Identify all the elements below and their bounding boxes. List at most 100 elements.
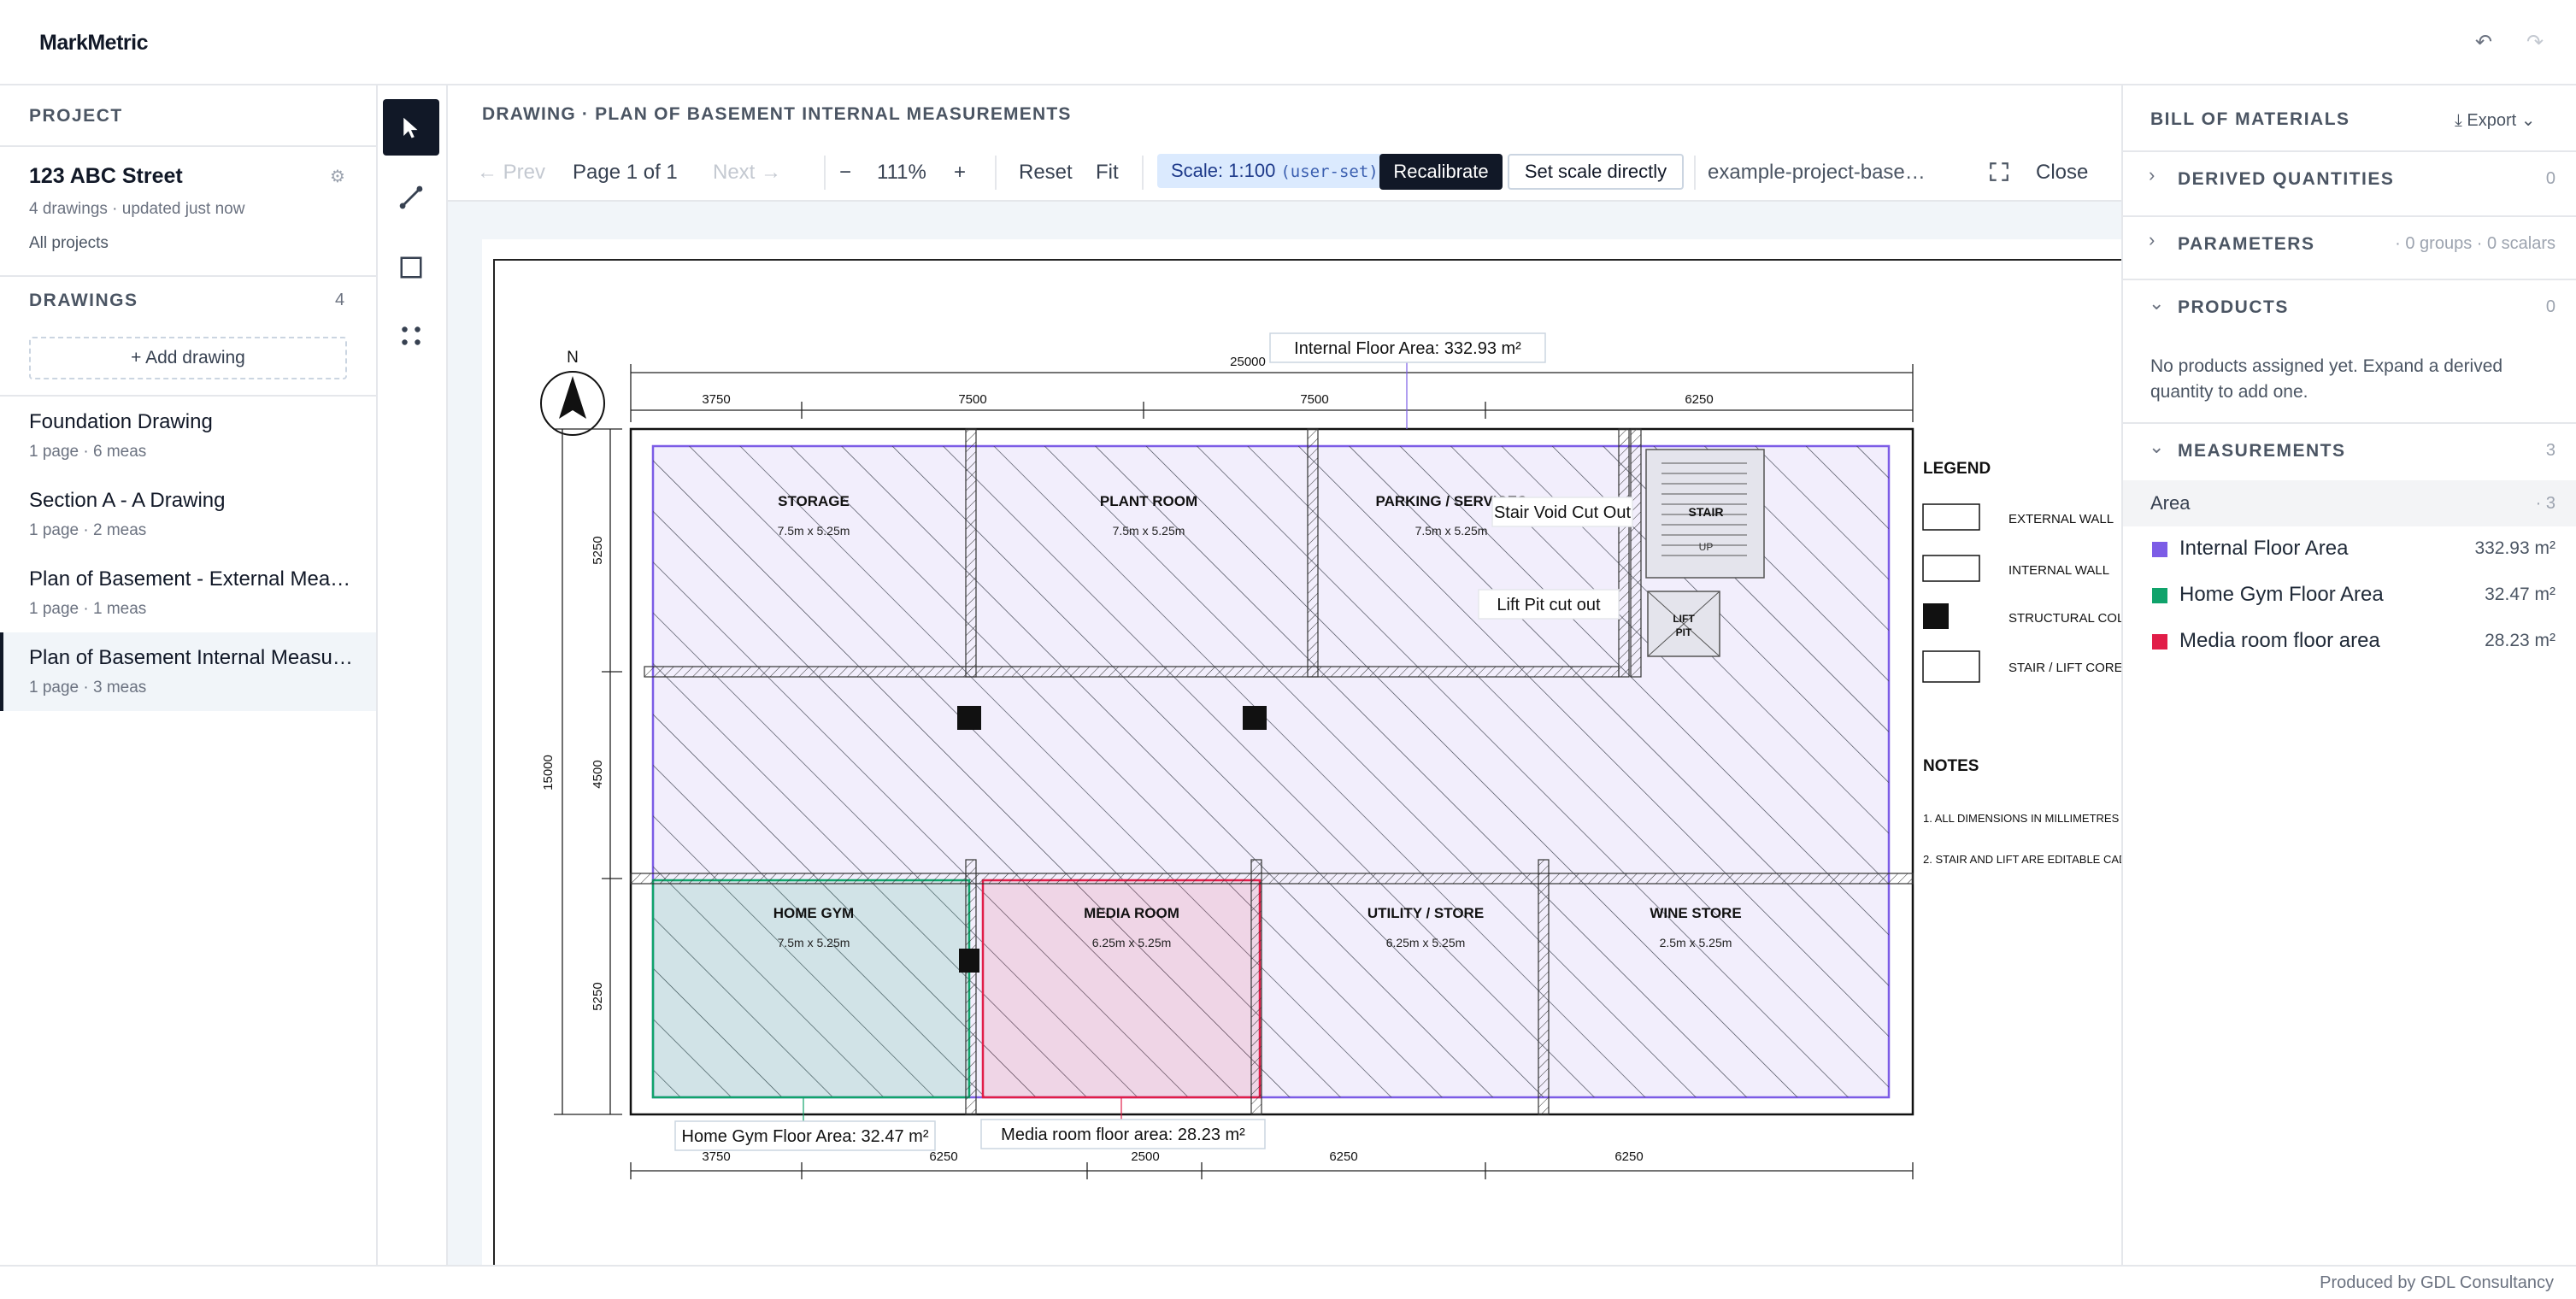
drawing-item[interactable]: Foundation Drawing 1 page · 6 meas [0, 397, 376, 475]
select-tool[interactable] [383, 99, 439, 156]
legend-swatch [1922, 503, 1980, 531]
fullscreen-icon[interactable] [1988, 161, 2010, 187]
zoom-level: 111% [877, 161, 926, 184]
room-size: 7.5m x 5.25m [1113, 524, 1185, 538]
home-gym-label: Home Gym Floor Area: 32.47 m² [682, 1127, 929, 1146]
derived-quantities-section[interactable]: › DERIVED QUANTITIES 0 [2123, 150, 2576, 205]
top-dimension-lines [630, 364, 1914, 422]
drawing-item[interactable]: Section A - A Drawing 1 page · 2 meas [0, 475, 376, 554]
dim-bottom-1: 3750 [702, 1149, 730, 1164]
file-name: example-project-basement-internal.pdf [1708, 161, 1926, 184]
close-button[interactable]: Close [2036, 161, 2088, 185]
room-name: UTILITY / STORE [1367, 905, 1484, 921]
page-indicator: Page 1 of 1 [573, 161, 678, 184]
lift-label: PIT [1676, 626, 1692, 638]
left-dimension-lines [554, 428, 622, 1115]
breadcrumb: DRAWING · PLAN OF BASEMENT INTERNAL MEAS… [482, 104, 1072, 124]
legend-item: STRUCTURAL COLUMN [2008, 611, 2121, 626]
zoom-in-button[interactable]: + [954, 161, 966, 185]
tool-rail [378, 85, 448, 1265]
lift-pit-label: Lift Pit cut out [1497, 596, 1601, 614]
legend-item: INTERNAL WALL [2008, 563, 2109, 578]
room-size: 2.5m x 5.25m [1660, 936, 1732, 949]
section-count: · 0 groups · 0 scalars [2395, 234, 2555, 253]
dim-top-total: 25000 [1230, 355, 1266, 369]
legend-swatch [1922, 650, 1980, 683]
chevron-right-icon: › [2149, 229, 2155, 250]
export-button[interactable]: ⤓ Export ⌄ [2455, 109, 2536, 131]
drawing-item[interactable]: Plan of Basement - External Measurements… [0, 554, 376, 632]
divider [1694, 156, 1696, 190]
note-item: 1. ALL DIMENSIONS IN MILLIMETRES [1923, 812, 2120, 825]
color-swatch [2152, 542, 2167, 557]
reset-button[interactable]: Reset [1019, 161, 1073, 185]
zoom-out-button[interactable]: − [839, 161, 851, 185]
scale-note: (user-set) [1280, 162, 1379, 181]
measurement-group-area: Area · 3 [2123, 480, 2576, 526]
chevron-down-icon: ⌄ [2149, 292, 2165, 314]
set-scale-button[interactable]: Set scale directly [1508, 154, 1684, 190]
dim-top-2: 7500 [958, 392, 986, 407]
line-tool[interactable] [383, 169, 439, 226]
section-count: 0 [2545, 297, 2555, 316]
points-icon [402, 326, 421, 345]
divider [995, 156, 997, 190]
next-page-button[interactable]: Next → [713, 161, 781, 185]
stair-up-label: UP [1699, 541, 1714, 553]
structural-column [957, 706, 981, 730]
all-projects-link[interactable]: All projects [29, 234, 109, 253]
divider [0, 145, 376, 147]
bom-title: BILL OF MATERIALS [2150, 109, 2350, 129]
add-drawing-button[interactable]: + Add drawing [29, 337, 347, 379]
drawing-item-active[interactable]: Plan of Basement Internal Measurements 1… [0, 632, 376, 711]
bill-of-materials-panel: BILL OF MATERIALS ⤓ Export ⌄ › DERIVED Q… [2121, 85, 2576, 1265]
legend-item: EXTERNAL WALL [2008, 512, 2114, 526]
divider [824, 156, 826, 190]
viewer-toolbar: DRAWING · PLAN OF BASEMENT INTERNAL MEAS… [448, 85, 2121, 202]
section-count: 0 [2545, 169, 2555, 188]
prev-page-button[interactable]: ← Prev [477, 161, 545, 185]
drawing-meta: 1 page · 3 meas [29, 679, 147, 697]
measurement-item[interactable]: Internal Floor Area 332.93 m² [2123, 526, 2576, 573]
drawing-title: Plan of Basement - External Measurements [29, 567, 354, 591]
note-item: 2. STAIR AND LIFT ARE EDITABLE CAD [1923, 853, 2121, 866]
section-label: DERIVED QUANTITIES [2178, 169, 2395, 189]
rectangle-tool[interactable] [383, 239, 439, 296]
products-section[interactable]: ⌄ PRODUCTS 0 [2123, 279, 2576, 333]
drawing-viewer: DRAWING · PLAN OF BASEMENT INTERNAL MEAS… [448, 85, 2121, 1265]
room-size: 6.25m x 5.25m [1386, 936, 1466, 949]
internal-floor-area-label: Internal Floor Area: 332.93 m² [1294, 339, 1521, 358]
fit-button[interactable]: Fit [1096, 161, 1119, 185]
dim-bottom-5: 6250 [1614, 1149, 1643, 1164]
chevron-right-icon: › [2149, 164, 2155, 185]
redo-icon[interactable]: ↷ [2521, 29, 2549, 56]
section-count: 3 [2545, 441, 2555, 460]
measurement-name: Internal Floor Area [2179, 537, 2349, 560]
measurement-name: Media room floor area [2179, 629, 2380, 652]
gear-icon[interactable]: ⚙ [330, 166, 345, 187]
measurement-item[interactable]: Home Gym Floor Area 32.47 m² [2123, 573, 2576, 619]
media-room-label: Media room floor area: 28.23 m² [1001, 1126, 1245, 1144]
stair-void-label: Stair Void Cut Out [1494, 503, 1632, 522]
dim-bottom-2: 6250 [929, 1149, 957, 1164]
project-heading: PROJECT [29, 106, 123, 126]
points-tool[interactable] [383, 308, 439, 364]
notes-title: NOTES [1923, 757, 1979, 775]
recalibrate-button[interactable]: Recalibrate [1379, 154, 1503, 190]
lift-label: LIFT [1673, 613, 1695, 625]
chevron-down-icon: ⌄ [2149, 436, 2165, 457]
measurement-item[interactable]: Media room floor area 28.23 m² [2123, 619, 2576, 665]
measurements-section[interactable]: ⌄ MEASUREMENTS 3 [2123, 422, 2576, 477]
dim-left-1: 5250 [591, 536, 605, 564]
dim-left-2: 4500 [591, 760, 605, 788]
undo-icon[interactable]: ↶ [2470, 29, 2497, 56]
color-swatch [2152, 634, 2167, 650]
room-size: 7.5m x 5.25m [778, 936, 850, 949]
rectangle-icon [400, 256, 422, 279]
structural-column [959, 949, 979, 973]
dim-left-total: 15000 [541, 755, 556, 791]
drawing-meta: 1 page · 2 meas [29, 521, 147, 539]
room-size: 6.25m x 5.25m [1092, 936, 1172, 949]
parameters-section[interactable]: › PARAMETERS · 0 groups · 0 scalars [2123, 215, 2576, 270]
top-bar: MarkMetric ↶ ↷ [0, 0, 2576, 85]
